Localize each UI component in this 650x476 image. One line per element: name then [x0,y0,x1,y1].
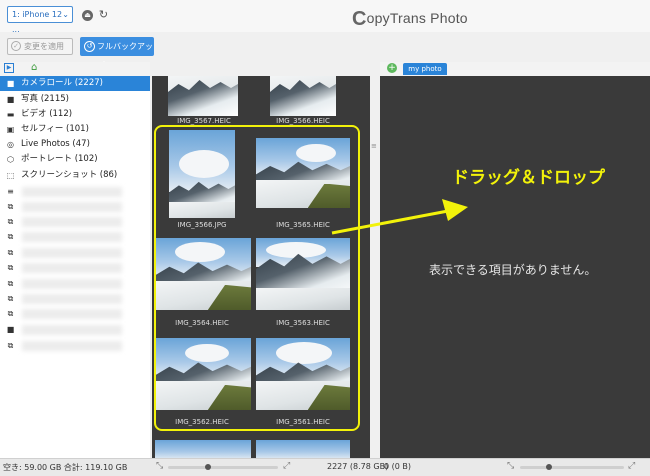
photo-thumbnail[interactable] [168,76,238,116]
album-icon: ⧉ [7,232,14,241]
blurred-label [22,202,122,212]
album-item-hidden[interactable]: ⧉ [0,199,150,214]
zoom-in-icon[interactable]: ⤢ [628,461,635,471]
drag-drop-annotation: ドラッグ＆ドロップ [452,168,605,188]
storage-info: 空き: 59.00 GB 合計: 119.10 GB [3,463,128,472]
album-icon: ⧉ [7,263,14,272]
album-icon: ⧉ [7,248,14,257]
stack-icon: ≡ [7,187,14,196]
blurred-label [22,248,122,258]
full-backup-button[interactable]: ↺ フルバックアップ [80,37,154,70]
zoom-slider[interactable] [168,466,278,469]
album-item-live-photos[interactable]: ◎ Live Photos (47) [0,137,150,152]
panel-splitter[interactable] [370,76,378,458]
app-logo-mark: C [352,8,367,30]
blurred-label [22,325,122,335]
blurred-label [22,232,122,242]
photo-thumbnail[interactable] [155,440,251,458]
sidebar-tabs [0,62,150,76]
device-selector[interactable]: 1: iPhone 12 ... ⌄ [7,6,73,34]
apply-changes-label: 変更を適用 [24,42,64,51]
eject-button[interactable]: ⏏ [82,10,93,21]
album-icon: ⧉ [7,279,14,288]
album-label: カメラロール (2227) [21,78,103,88]
photo-caption: IMG_3566.HEIC [276,117,330,125]
album-icon: ⧉ [7,217,14,226]
album-icon: ⧉ [7,294,14,303]
blurred-label [22,187,122,197]
album-label: ポートレート (102) [21,154,98,164]
live-photo-icon: ◎ [7,140,14,149]
album-label: ビデオ (112) [21,109,73,119]
zoom-out-icon[interactable]: ⤡ [156,461,163,471]
album-item-screenshots[interactable]: ⬚ スクリーンショット (86) [0,168,150,183]
album-label: Live Photos (47) [21,139,90,149]
cube-icon: ⬡ [7,155,14,164]
drag-arrow-icon [331,199,468,235]
camera-icon: ■ [6,95,15,104]
empty-state-message: 表示できる項目がありません。 [429,263,597,277]
album-item-hidden[interactable]: ⧉ [0,291,150,306]
app-logo-text: opyTrans Photo [366,10,468,26]
album-item-hidden[interactable]: ⧉ [0,306,150,321]
album-item-hidden[interactable]: ⧉ [0,214,150,229]
selection-highlight [154,125,360,431]
album-item-hidden[interactable]: ⧉ [0,276,150,291]
album-item-selfies[interactable]: ▣ セルフィー (101) [0,122,150,137]
album-item-camera-roll[interactable]: ■ カメラロール (2227) [0,76,150,91]
selfie-icon: ▣ [6,125,15,134]
chevron-down-icon: ⌄ [62,10,69,19]
zoom-slider-handle[interactable] [205,464,211,470]
photo-thumbnail[interactable] [256,440,350,458]
add-album-button[interactable]: + [387,63,397,73]
pc-photo-count: 0 (0 B) [384,462,411,471]
album-item-hidden[interactable]: ⧉ [0,260,150,275]
pc-albums-tab[interactable]: ⌂ [31,62,41,73]
apply-changes-button[interactable]: ✓ 変更を適用 [7,38,73,55]
check-icon: ✓ [11,41,21,51]
album-icon: ⧉ [7,341,14,350]
photo-count: 2227 (8.78 GB) [327,462,389,471]
app-logo: CopyTrans Photo [352,6,468,30]
blurred-label [22,279,122,289]
album-icon: ⧉ [7,309,14,318]
album-item-hidden[interactable]: ⧉ [0,245,150,260]
tab-my-photo[interactable]: my photo (0) [403,63,447,85]
album-label: 写真 (2115) [21,94,69,104]
album-label: スクリーンショット (86) [21,170,118,180]
blurred-label [22,217,122,227]
blurred-label [22,294,122,304]
ios-albums-tab[interactable]: ▶ [4,63,14,73]
refresh-button[interactable]: ↻ [97,8,110,21]
album-item-hidden[interactable]: ⧉ [0,229,150,244]
album-icon: ⧉ [7,202,14,211]
blurred-label [22,309,122,319]
blurred-label [22,263,122,273]
photo-thumbnail[interactable] [270,76,336,116]
screenshot-icon: ⬚ [6,171,15,180]
camera-icon: ■ [6,79,15,88]
album-label: セルフィー (101) [21,124,89,134]
album-item-hidden[interactable]: ■ [0,322,150,337]
blurred-label [22,341,122,351]
zoom-slider-handle[interactable] [546,464,552,470]
photo-caption: IMG_3567.HEIC [177,117,231,125]
album-item-photos[interactable]: ■ 写真 (2115) [0,92,150,107]
grip-icon: ≡ [371,142,377,150]
zoom-slider[interactable] [520,466,624,469]
zoom-in-icon[interactable]: ⤢ [283,461,290,471]
video-icon: ▬ [6,110,15,119]
album-item-portrait[interactable]: ⬡ ポートレート (102) [0,152,150,167]
album-item-videos[interactable]: ▬ ビデオ (112) [0,107,150,122]
album-item-hidden[interactable]: ⧉ [0,338,150,353]
camera-icon: ■ [6,325,15,334]
album-item-hidden[interactable]: ≡ [0,184,150,199]
zoom-out-icon[interactable]: ⤡ [507,461,514,471]
history-icon: ↺ [84,41,95,52]
